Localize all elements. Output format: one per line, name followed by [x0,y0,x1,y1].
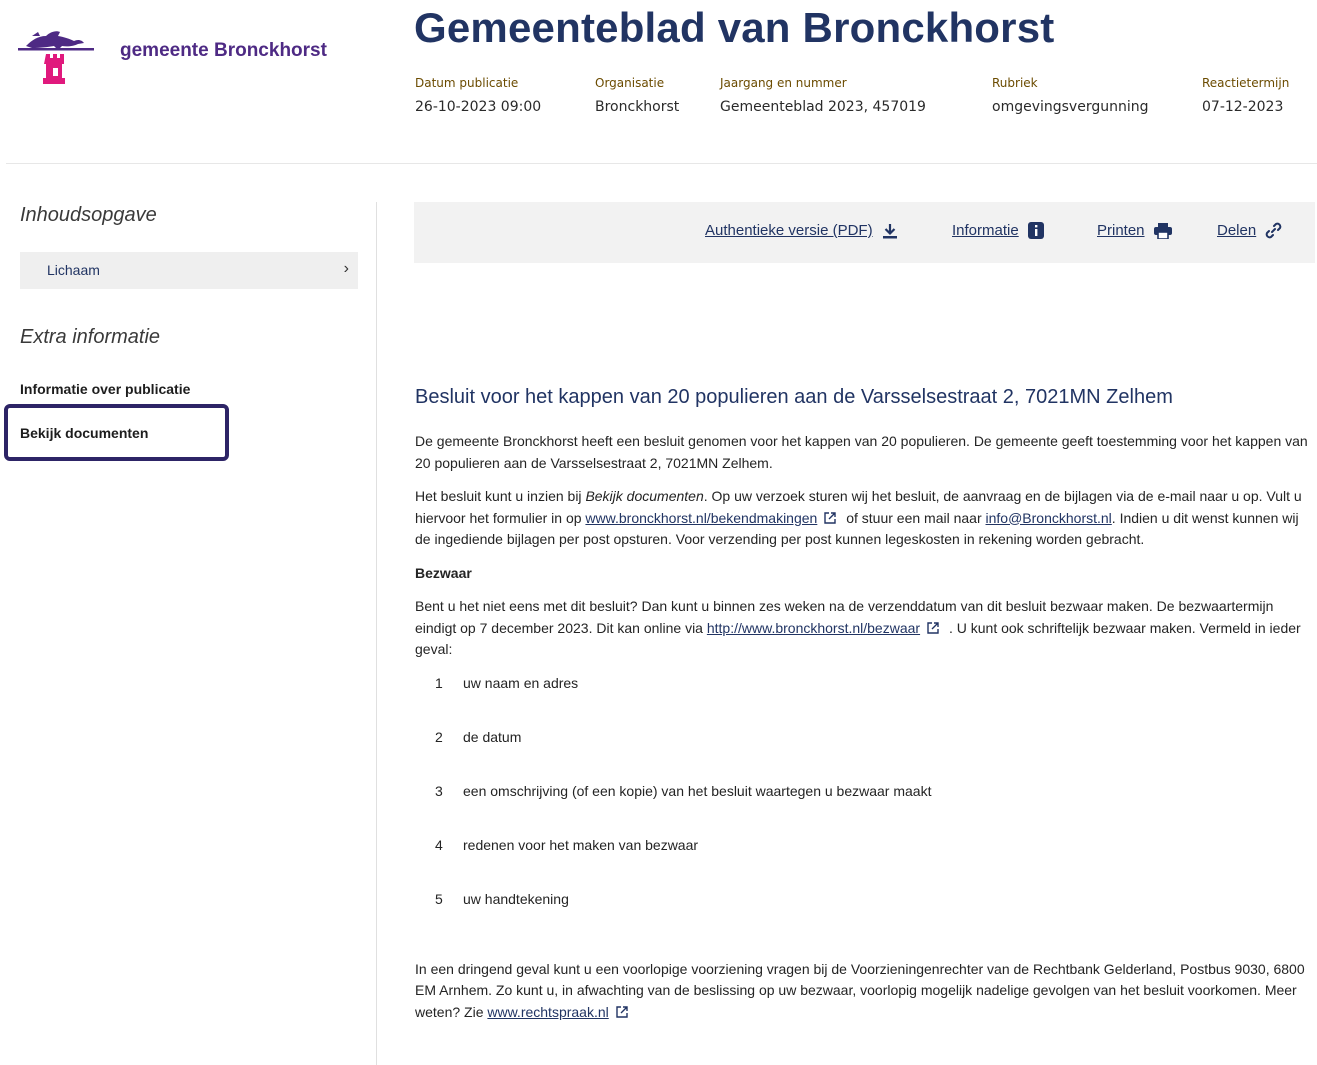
rechtspraak-link[interactable]: www.rechtspraak.nl [487,1004,608,1020]
list-item: 5 uw handtekening [435,889,1310,943]
bezwaar-requirements-list: 1 uw naam en adres 2 de datum 3 een omschri… [435,673,1310,943]
meta-response-deadline: Reactietermijn 07-12-2023 [1202,76,1289,115]
meta-volume: Jaargang en nummer Gemeenteblad 2023, 45… [720,76,926,115]
meta-label: Jaargang en nummer [720,76,847,90]
meta-date: Datum publicatie 26-10-2023 09:00 [415,76,541,115]
list-item: 1 uw naam en adres [435,673,1310,727]
list-text: uw naam en adres [463,674,579,691]
external-link-icon [927,621,939,634]
meta-category: Rubriek omgevingsvergunning [992,76,1149,115]
info-icon [1027,222,1044,239]
email-link[interactable]: info@Bronckhorst.nl [986,510,1112,526]
text-run: of stuur een mail naar [842,509,986,526]
column-divider [376,202,377,1065]
meta-value: 26-10-2023 09:00 [415,99,542,115]
emphasis-text: Bekijk documenten [585,488,704,504]
share-label: Delen [1217,222,1257,239]
list-item: 4 redenen voor het maken van bezwaar [435,835,1310,889]
meta-value: omgevingsvergunning [992,99,1149,115]
list-item: 3 een omschrijving (of een kopie) van het… [435,781,1310,835]
list-number: 3 [435,782,443,799]
external-link-icon [616,1005,628,1018]
header-divider [6,163,1317,164]
print-button[interactable]: Printen [1097,222,1172,239]
highlight-box [4,404,229,461]
toc-item-lichaam[interactable]: Lichaam › [20,252,358,289]
meta-label: Datum publicatie [415,76,519,90]
list-number: 5 [435,890,443,907]
extra-info-heading: Extra informatie [20,326,161,348]
bezwaar-link[interactable]: http://www.bronckhorst.nl/bezwaar [707,620,920,636]
pdf-download-label: Authentieke versie (PDF) [705,222,873,239]
toc-heading: Inhoudsopgave [20,204,157,226]
page-title: Gemeenteblad van Bronckhorst [414,4,1055,51]
print-label: Printen [1097,222,1145,239]
publication-heading: Besluit voor het kappen van 20 populiere… [415,386,1173,408]
meta-label: Organisatie [595,76,665,90]
list-text: uw handtekening [463,890,569,907]
pdf-download-button[interactable]: Authentieke versie (PDF) [705,222,898,239]
intro-paragraph: De gemeente Bronckhorst heeft een beslui… [415,433,1308,471]
publication-content: Besluit voor het kappen van 20 populiere… [415,384,1310,1035]
information-button[interactable]: Informatie [952,222,1044,239]
list-number: 2 [435,728,443,745]
meta-label: Rubriek [992,76,1038,90]
document-toolbar: Authentieke versie (PDF) Informatie Prin… [414,202,1315,263]
municipality-logo[interactable]: gemeente Bronckhorst [18,24,348,92]
toc-item-label: Lichaam [47,262,100,278]
list-item: 2 de datum [435,727,1310,781]
documents-paragraph: Het besluit kunt u inzien bij Bekijk doc… [415,486,1310,551]
logo-text: gemeente Bronckhorst [120,40,327,61]
meta-organisation: Organisatie Bronckhorst [595,76,679,115]
bezwaar-heading: Bezwaar [415,564,472,581]
meta-value: Gemeenteblad 2023, 457019 [720,99,926,115]
text-run: Het besluit kunt u inzien bij [415,488,586,504]
chevron-right-icon: › [343,260,349,277]
list-text: de datum [463,728,522,745]
download-icon [882,223,897,238]
information-label: Informatie [952,222,1019,239]
list-text: redenen voor het maken van bezwaar [463,836,699,853]
bronckhorst-coat-of-arms-icon [18,31,94,84]
urgent-case-paragraph: In een dringend geval kunt u een voorlop… [415,959,1310,1024]
link-icon [1265,222,1282,239]
meta-value: 07-12-2023 [1202,99,1284,115]
external-link-icon [824,511,837,524]
printer-icon [1153,222,1172,239]
meta-value: Bronckhorst [595,99,680,115]
list-text: een omschrijving (of een kopie) van het … [463,782,932,799]
publication-info-link[interactable]: Informatie over publicatie [20,381,190,397]
share-button[interactable]: Delen [1217,222,1282,239]
list-number: 4 [435,836,443,853]
meta-label: Reactietermijn [1202,76,1290,90]
bezwaar-paragraph: Bent u het niet eens met dit besluit? Da… [415,596,1310,661]
bekendmakingen-link[interactable]: www.bronckhorst.nl/bekendmakingen [585,510,817,526]
list-number: 1 [435,674,443,691]
